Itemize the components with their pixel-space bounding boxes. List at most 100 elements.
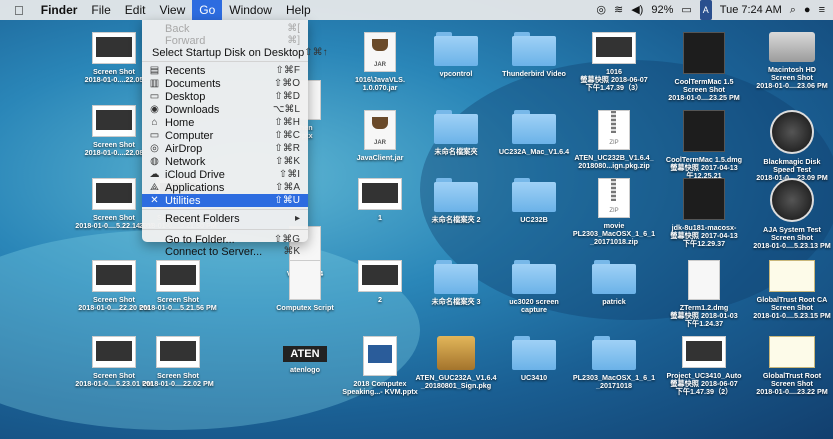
search-icon[interactable]: ⌕ bbox=[790, 0, 796, 20]
go-menu-item-desktop[interactable]: ▭ Desktop ⇧⌘D bbox=[142, 90, 308, 103]
menu-help[interactable]: Help bbox=[279, 0, 318, 20]
menu-finder[interactable]: Finder bbox=[34, 0, 85, 20]
clock[interactable]: Tue 7:24 AM bbox=[720, 0, 782, 20]
desktop-item-hd[interactable]: Macintosh HD Screen Shot 2018-01-0....23.0… bbox=[750, 32, 833, 90]
desktop-item-shot[interactable]: 1016 螢幕快照 2018-06-07 下午1.47.39（3） bbox=[572, 32, 656, 92]
desktop-item-shot[interactable]: 2 bbox=[338, 260, 422, 304]
go-menu-item-select-startup-disk-on-desktop[interactable]: Select Startup Disk on Desktop ⇧⌘↑ bbox=[142, 46, 328, 59]
pkg-icon bbox=[437, 336, 475, 370]
menu-item-shortcut: ⇧⌘F bbox=[275, 65, 301, 76]
go-menu-item-connect-to-server[interactable]: Connect to Server... ⌘K bbox=[142, 245, 308, 258]
siri-icon[interactable]: ● bbox=[804, 0, 811, 20]
desktop-item-zip[interactable]: ZIP movie PL2303_MacOSX_1_6_1 _20171018.zip bbox=[572, 178, 656, 246]
folder-icon bbox=[512, 260, 556, 294]
desktop-item-folder[interactable]: vpcontrol bbox=[414, 32, 498, 78]
desktop-item-folder[interactable]: patrick bbox=[572, 260, 656, 306]
menu-item-label: Applications bbox=[165, 181, 225, 194]
desktop-item-folder[interactable]: Thunderbird Video bbox=[492, 32, 576, 78]
menu-edit[interactable]: Edit bbox=[118, 0, 153, 20]
menu-item-shortcut: ⇧⌘G bbox=[273, 234, 300, 245]
menu-item-shortcut: ⌥⌘L bbox=[272, 104, 300, 115]
circle-icon[interactable]: ◎ bbox=[596, 0, 606, 20]
menu-item-shortcut: ⇧⌘H bbox=[274, 117, 300, 128]
desktop-item-folder[interactable]: 未命名檔案夾 2 bbox=[414, 178, 498, 224]
desktop-item-folder[interactable]: 未命名檔案夾 bbox=[414, 110, 498, 156]
go-menu-item-computer[interactable]: ▭ Computer ⇧⌘C bbox=[142, 129, 308, 142]
desktop-item-label: 未命名檔案夾 bbox=[434, 147, 478, 156]
desktop-item-folder[interactable]: PL2303_MacOSX_1_6_1 _20171018 bbox=[572, 336, 656, 390]
desktop-item-pkg[interactable]: ATEN_GUC232A_V1.6.4 _20180801_Sign.pkg bbox=[414, 336, 498, 390]
desktop-item-folder[interactable]: 未命名檔案夾 3 bbox=[414, 260, 498, 306]
desktop-item-folder[interactable]: UC232A_Mac_V1.6.4 bbox=[492, 110, 576, 156]
desktop-item-label: 2018-01-0....5.23.15 PM bbox=[753, 311, 831, 320]
desktop-item-shot[interactable]: Screen Shot 2018-01-0....5.21.56 PM bbox=[136, 260, 220, 312]
menu-item-shortcut: ⇧⌘R bbox=[274, 143, 300, 154]
battery-icon[interactable]: ▭ bbox=[681, 0, 691, 20]
menu-item-label: AirDrop bbox=[165, 142, 203, 155]
desktop-item-cert[interactable]: GlobalTrust Root CA Screen Shot 2018-01-0.… bbox=[750, 260, 833, 320]
go-menu-item-network[interactable]: ◍ Network ⇧⌘K bbox=[142, 155, 308, 168]
zip-icon: ZIP bbox=[598, 110, 630, 150]
desktop-item-shot[interactable]: Project_UC3410_Auto 螢幕快照 2018-06-07 下午1.47… bbox=[662, 336, 746, 396]
desktop-item-ppt[interactable]: 2018 Computex Speaking...- KVM.pptx bbox=[338, 336, 422, 396]
desktop-item-label: 2 bbox=[378, 295, 382, 304]
zip-icon: ZIP bbox=[598, 178, 630, 218]
desktop-item-cert[interactable]: GlobalTrust Root Screen Shot 2018-01-0....… bbox=[750, 336, 833, 396]
desktop-item-label: 未命名檔案夾 3 bbox=[431, 297, 481, 306]
go-menu-item-utilities[interactable]: ✕ Utilities ⇧⌘U bbox=[142, 194, 308, 207]
volume-icon[interactable]: ◀) bbox=[631, 0, 643, 20]
desktop-item-zip[interactable]: ZIP ATEN_UC232B_V1.6.4_ 2018080...ign.pkg.… bbox=[572, 110, 656, 170]
ppt-icon bbox=[363, 336, 397, 376]
desktop-item-shot[interactable]: 1 bbox=[338, 178, 422, 222]
go-menu-item-downloads[interactable]: ◉ Downloads ⌥⌘L bbox=[142, 103, 308, 116]
documents-icon: ▥ bbox=[149, 78, 160, 89]
menu-item-label: Connect to Server... bbox=[165, 245, 263, 258]
desktop-item-disk[interactable]: AJA System Test Screen Shot 2018-01-0....5… bbox=[750, 178, 833, 250]
desktop-item-label: 下午1.47.39（3） bbox=[585, 83, 643, 92]
menu-item-label: Select Startup Disk on Desktop bbox=[152, 46, 305, 59]
menu-item-shortcut: ⇧⌘C bbox=[274, 130, 300, 141]
desktop-item-term[interactable]: CoolTermMac 1.5 Screen Shot 2018-01-0....2… bbox=[662, 32, 746, 102]
desktop-item-label: 2018-01-0....23.22 PM bbox=[756, 387, 828, 396]
desktop-item-jar[interactable]: JAR 1016\JavaVLS. 1.0.070.jar bbox=[338, 32, 422, 92]
battery-percent[interactable]: 92% bbox=[651, 0, 673, 20]
desktop-item-folder[interactable]: UC232B bbox=[492, 178, 576, 224]
recents-icon: ▤ bbox=[149, 65, 160, 76]
desktop-item-label: 2018-01-0....23.25 PM bbox=[668, 93, 740, 102]
go-menu-item-recents[interactable]: ▤ Recents ⇧⌘F bbox=[142, 64, 308, 77]
wifi-icon[interactable]: ≋ bbox=[614, 0, 623, 20]
list-icon[interactable]: ≡ bbox=[819, 0, 825, 20]
go-menu-item-applications[interactable]: ⟁ Applications ⇧⌘A bbox=[142, 181, 308, 194]
desktop-item-folder[interactable]: UC3410 bbox=[492, 336, 576, 382]
go-menu-item-recent-folders[interactable]: Recent Folders ▸ bbox=[142, 212, 308, 225]
desktop-item-term[interactable]: jdk-8u181-macosx- 螢幕快照 2017-04-13 下午12.29.… bbox=[662, 178, 746, 248]
apple-icon[interactable]:  bbox=[0, 3, 34, 18]
menu-file[interactable]: File bbox=[84, 0, 117, 20]
desktop-item-folder[interactable]: uc3020 screen capture bbox=[492, 260, 576, 314]
menu-view[interactable]: View bbox=[152, 0, 192, 20]
menu-window[interactable]: Window bbox=[222, 0, 279, 20]
desktop-item-term[interactable]: CoolTermMac 1.5.dmg 螢幕快照 2017-04-13 午12.25… bbox=[662, 110, 746, 180]
desktop-item-doc[interactable]: ZTerm1.2.dmg 螢幕快照 2018-01-03 下午1.24.37 bbox=[662, 260, 746, 328]
go-menu-item-icloud-drive[interactable]: ☁ iCloud Drive ⇧⌘I bbox=[142, 168, 308, 181]
desktop-item-shot[interactable]: Screen Shot 2018-01-0....22.02 PM bbox=[136, 336, 220, 388]
desktop-item-label: Computex Script bbox=[276, 303, 334, 312]
desktop-item-jar[interactable]: JAR JavaClient.jar bbox=[338, 110, 422, 162]
go-menu-item-home[interactable]: ⌂ Home ⇧⌘H bbox=[142, 116, 308, 129]
shot-icon bbox=[682, 336, 726, 368]
menu-item-shortcut: ⌘K bbox=[283, 246, 300, 257]
desktop-item-doc[interactable]: Computex Script bbox=[263, 260, 347, 312]
input-source[interactable]: A bbox=[699, 0, 712, 20]
go-menu-item-airdrop[interactable]: ◎ AirDrop ⇧⌘R bbox=[142, 142, 308, 155]
menu-item-label: Home bbox=[165, 116, 195, 129]
desktop-item-label: _20171018 bbox=[596, 381, 632, 390]
desktop-item-disk[interactable]: Blackmagic Disk Speed Test 2018-01-0....23… bbox=[750, 110, 833, 182]
shot-icon bbox=[592, 32, 636, 64]
shot-icon bbox=[92, 178, 136, 210]
menu-item-label: Network bbox=[165, 155, 206, 168]
desktop-item-aten[interactable]: ATEN atenlogo bbox=[263, 336, 347, 374]
desktop-item-label: _20180801_Sign.pkg bbox=[420, 381, 492, 390]
menu-go[interactable]: Go bbox=[192, 0, 223, 20]
go-menu-item-documents[interactable]: ▥ Documents ⇧⌘O bbox=[142, 77, 308, 90]
menu-item-shortcut: ⇧⌘↑ bbox=[304, 47, 328, 58]
